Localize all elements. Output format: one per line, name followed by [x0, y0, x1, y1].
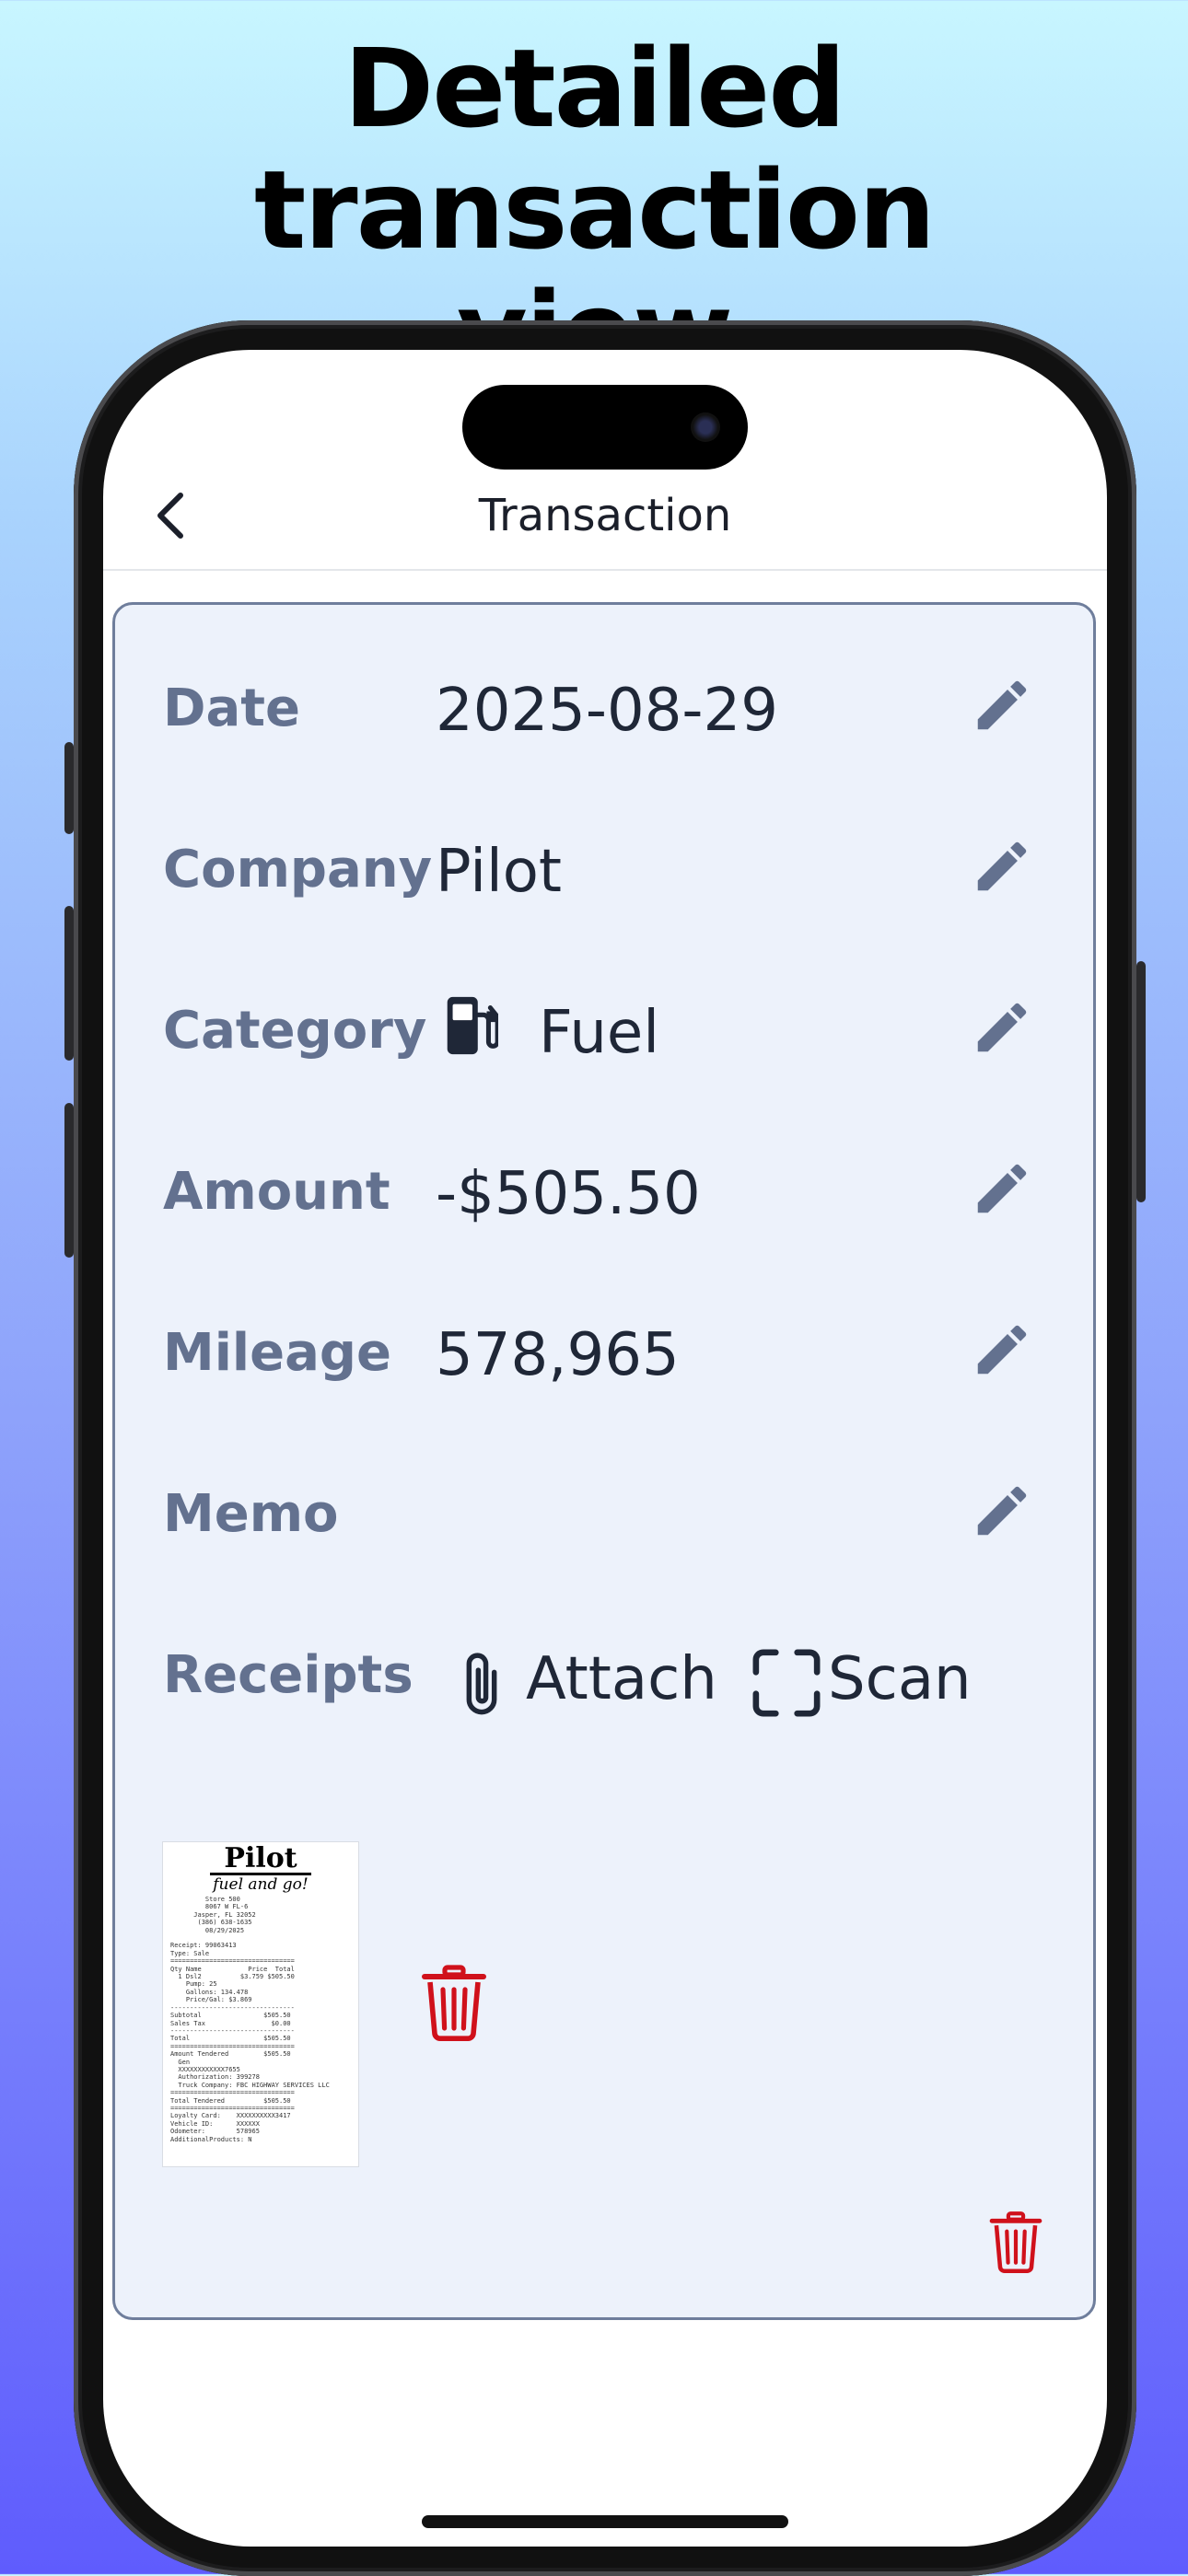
edit-company-button[interactable]	[970, 834, 1034, 899]
pencil-icon	[977, 1486, 1027, 1536]
edit-memo-button[interactable]	[970, 1479, 1034, 1543]
company-row: Company Pilot	[115, 812, 1093, 922]
scan-label: Scan	[828, 1645, 972, 1713]
pencil-icon	[977, 841, 1027, 891]
receipt-thumbnail[interactable]: Pilot fuel and go! Store 500 8067 W FL-6…	[163, 1842, 358, 2166]
phone-screen: Transaction Date 2025-08-29 Company Pilo…	[103, 350, 1107, 2547]
date-row: Date 2025-08-29	[115, 651, 1093, 761]
company-label: Company	[163, 840, 433, 899]
pencil-icon	[977, 1325, 1027, 1375]
pencil-icon	[977, 680, 1027, 730]
navigation-bar: Transaction	[103, 460, 1107, 571]
edit-mileage-button[interactable]	[970, 1317, 1034, 1382]
fuel-pump-icon	[447, 996, 498, 1055]
amount-value: -$505.50	[436, 1160, 701, 1228]
receipts-row: Receipts Attach Scan	[115, 1618, 1093, 1728]
scan-frame-icon	[752, 1649, 821, 1717]
memo-row: Memo	[115, 1456, 1093, 1567]
mileage-value: 578,965	[436, 1321, 680, 1389]
phone-volume-down-button	[64, 1103, 74, 1258]
category-label: Category	[163, 1001, 427, 1061]
pencil-icon	[977, 1164, 1027, 1213]
memo-label: Memo	[163, 1484, 339, 1544]
phone-volume-up-button	[64, 906, 74, 1061]
receipts-label: Receipts	[163, 1645, 413, 1705]
headline-line-1: Detailed transaction	[254, 25, 936, 273]
category-row: Category Fuel	[115, 973, 1093, 1084]
paperclip-icon	[466, 1653, 497, 1715]
pencil-icon	[977, 1003, 1027, 1052]
edit-category-button[interactable]	[970, 995, 1034, 1060]
company-value: Pilot	[436, 838, 562, 906]
phone-action-button	[64, 742, 74, 834]
date-label: Date	[163, 679, 301, 738]
trash-icon	[422, 1965, 486, 2041]
mileage-label: Mileage	[163, 1323, 391, 1383]
transaction-card: Date 2025-08-29 Company Pilot Category F…	[112, 602, 1096, 2320]
mileage-row: Mileage 578,965	[115, 1295, 1093, 1406]
attach-label: Attach	[526, 1645, 717, 1713]
category-value: Fuel	[539, 999, 660, 1067]
home-indicator[interactable]	[422, 2515, 788, 2528]
edit-date-button[interactable]	[970, 673, 1034, 737]
edit-amount-button[interactable]	[970, 1156, 1034, 1221]
trash-icon	[989, 2211, 1042, 2273]
receipt-body-text: Store 500 8067 W FL-6 Jasper, FL 32052 (…	[170, 1896, 330, 2143]
delete-transaction-button[interactable]	[988, 2210, 1043, 2273]
dynamic-island	[462, 385, 748, 470]
page-title: Transaction	[478, 490, 732, 541]
amount-row: Amount -$505.50	[115, 1134, 1093, 1245]
front-camera	[691, 412, 720, 442]
amount-label: Amount	[163, 1162, 390, 1222]
phone-power-button	[1136, 961, 1146, 1202]
date-value: 2025-08-29	[436, 677, 778, 745]
receipt-slogan: fuel and go!	[213, 1875, 309, 1894]
delete-receipt-button[interactable]	[421, 1964, 487, 2041]
receipt-brand: Pilot	[163, 1842, 358, 1875]
